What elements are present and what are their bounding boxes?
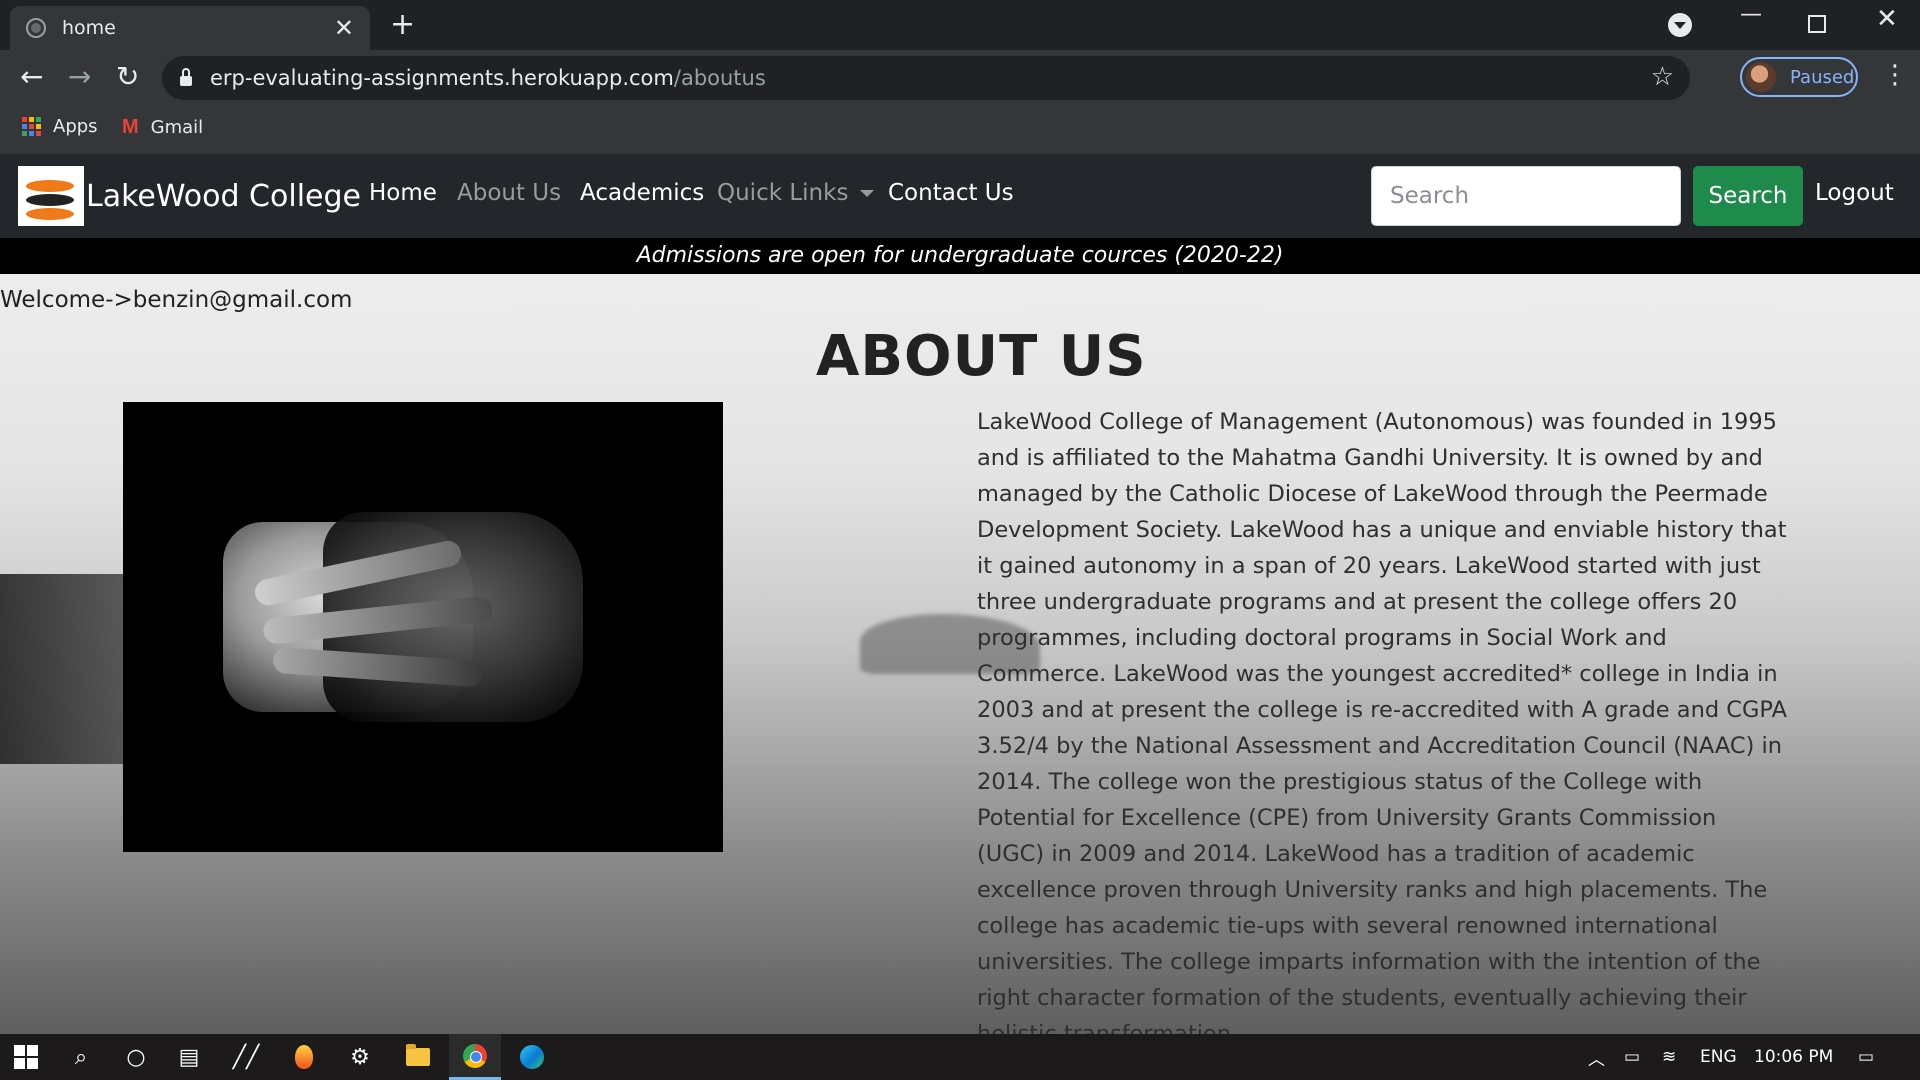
wifi-icon[interactable]: ≋ [1662,1034,1676,1080]
browser-tab[interactable]: home ✕ [10,6,370,50]
close-tab-icon[interactable]: ✕ [334,16,354,40]
notification-center-icon[interactable]: ▭ [1858,1034,1874,1080]
bookmark-apps[interactable]: Apps [22,116,98,137]
nav-contact-us[interactable]: Contact Us [888,180,1014,206]
windows-taskbar: ⌕ ○ ▤ ╱╱ ⚙ ︿ ▭ ≋ ENG 10:06 PM ▭ [0,1034,1920,1080]
settings-gear-icon[interactable]: ⚙ [334,1034,386,1080]
brand-name: LakeWood College [86,178,361,214]
logout-link[interactable]: Logout [1815,180,1894,206]
bookmark-gmail[interactable]: M Gmail [122,116,203,139]
brand-link[interactable]: LakeWood College [18,166,361,226]
chevron-down-icon [860,190,875,197]
nav-quick-links[interactable]: Quick Links [717,180,875,206]
task-view-icon[interactable]: ▤ [163,1034,215,1080]
window-close-icon[interactable]: ✕ [1876,4,1898,34]
profile-button[interactable]: Paused [1740,57,1858,97]
clasped-hands-image [123,402,723,852]
url-host: erp-evaluating-assignments.herokuapp.com [210,66,674,90]
tab-title: home [62,17,116,39]
bookmarks-bar: Apps M Gmail [0,106,1920,155]
bookmark-label: Gmail [150,117,204,138]
minimize-icon[interactable]: — [1740,2,1762,27]
nav-about-us[interactable]: About Us [457,180,561,206]
search-icon[interactable]: ⌕ [55,1034,107,1080]
avatar [1746,62,1776,92]
about-paragraph: LakeWood College of Management (Autonomo… [977,409,1787,1034]
pen-workspace-icon[interactable]: ╱╱ [220,1034,272,1080]
admissions-ticker: Admissions are open for undergraduate co… [0,238,1920,274]
apps-grid-icon [22,117,41,136]
cortana-icon[interactable]: ○ [110,1034,162,1080]
browser-toolbar: ← → ↻ erp-evaluating-assignments.herokua… [0,50,1920,106]
back-arrow-icon[interactable]: ← [20,60,43,94]
page-title: ABOUT US [816,324,1147,389]
clock[interactable]: 10:06 PM [1754,1034,1833,1080]
welcome-message: Welcome->benzin@gmail.com [0,287,353,313]
page-viewport: LakeWood College Home About Us Academics… [0,154,1920,1034]
search-input[interactable] [1371,166,1681,226]
address-bar[interactable]: erp-evaluating-assignments.herokuapp.com… [162,56,1690,100]
reload-icon[interactable]: ↻ [116,60,139,94]
college-logo [18,166,84,226]
language-indicator[interactable]: ENG [1700,1034,1737,1080]
tray-chevron-icon[interactable]: ︿ [1588,1034,1605,1080]
more-menu-icon[interactable]: ⋮ [1882,62,1908,88]
browser-tab-strip: home ✕ + — ✕ [0,0,1920,50]
windows-logo-icon [14,1045,38,1069]
search-button[interactable]: Search [1693,166,1803,226]
chrome-taskbar-icon[interactable] [449,1034,501,1080]
file-explorer-icon[interactable] [392,1034,444,1080]
firefox-icon[interactable] [278,1034,330,1080]
nav-home[interactable]: Home [369,180,437,206]
quick-links-label: Quick Links [717,180,849,206]
tab-search-icon[interactable] [1668,13,1692,37]
url-path: /aboutus [673,66,766,90]
bookmark-star-icon[interactable]: ☆ [1651,62,1674,92]
profile-status: Paused [1790,66,1855,88]
battery-icon[interactable]: ▭ [1624,1034,1640,1080]
restore-icon[interactable] [1808,15,1826,33]
lock-icon[interactable] [180,68,192,86]
bookmark-label: Apps [53,116,98,137]
new-tab-button[interactable]: + [390,10,415,40]
start-button[interactable] [0,1034,52,1080]
nav-academics[interactable]: Academics [580,180,704,206]
globe-icon [26,18,46,38]
edge-icon[interactable] [506,1034,558,1080]
forward-arrow-icon[interactable]: → [68,60,91,94]
site-navbar: LakeWood College Home About Us Academics… [0,154,1920,238]
gmail-icon: M [122,116,139,138]
